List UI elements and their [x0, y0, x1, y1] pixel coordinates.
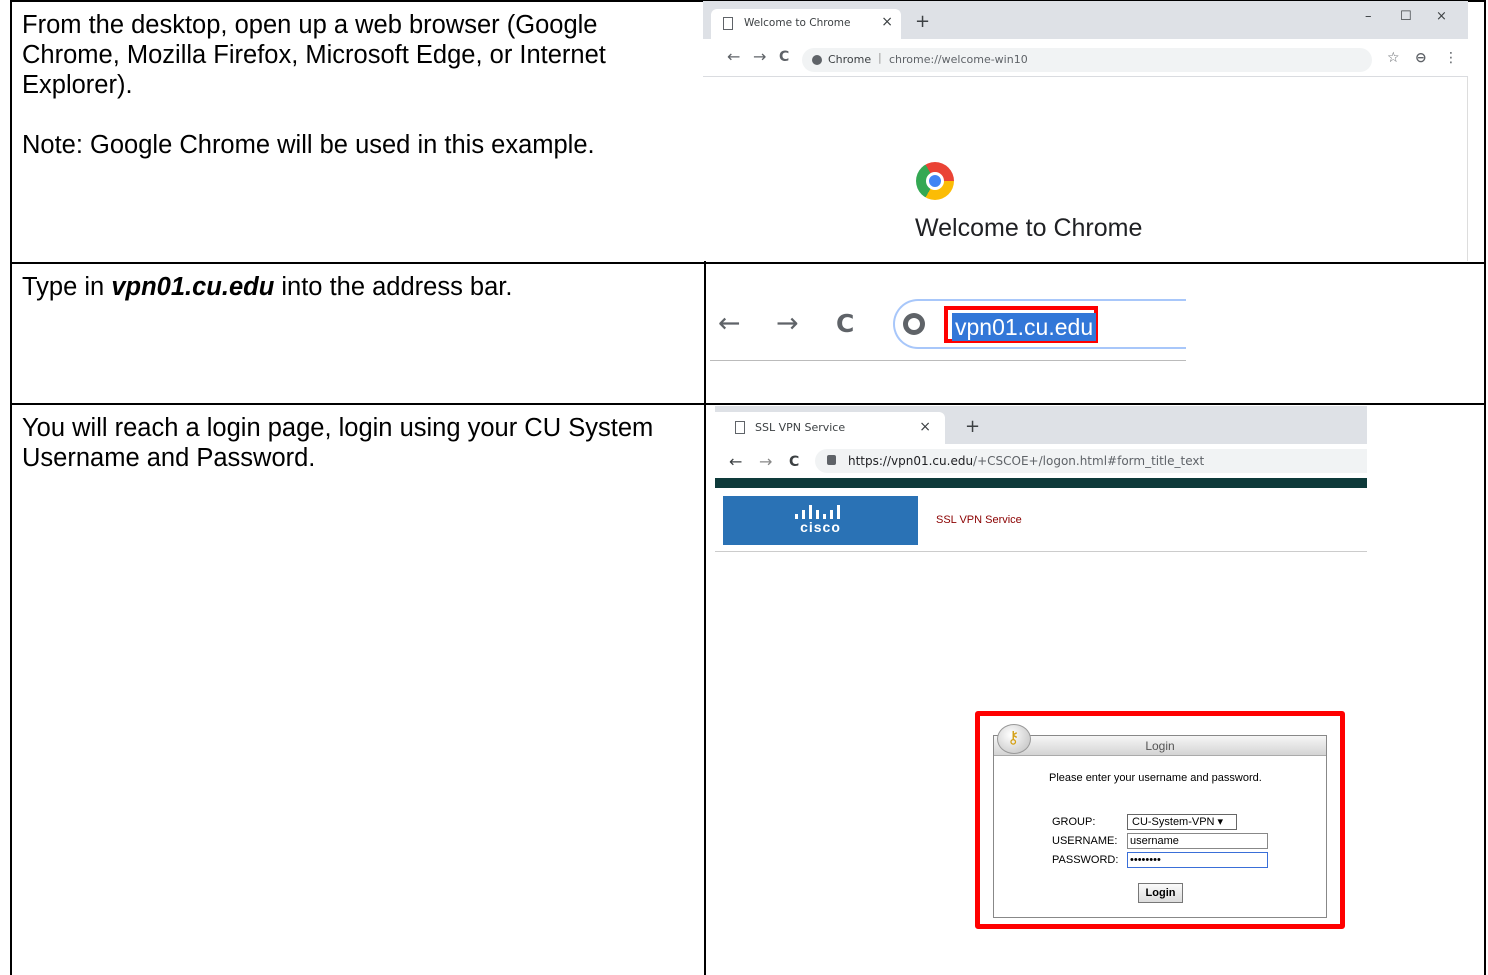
tab-welcome[interactable]: Welcome to Chrome × [711, 9, 901, 39]
menu-icon[interactable]: ⋮ [1444, 50, 1458, 66]
browser-toolbar: ← → C Chrome | chrome://welcome-win10 ☆ … [703, 39, 1468, 77]
group-label: GROUP: [1052, 816, 1096, 828]
profile-icon[interactable]: ⊖ [1415, 50, 1427, 66]
separator: | [878, 51, 882, 64]
instruction-text: From the desktop, open up a web browser … [22, 11, 606, 99]
instruction-cell: From the desktop, open up a web browser … [22, 10, 698, 190]
address-bar[interactable]: https://vpn01.cu.edu/+CSCOE+/logon.html#… [815, 449, 1367, 473]
keys-icon [997, 724, 1031, 754]
highlight-box: vpn01.cu.edu [944, 306, 1098, 343]
back-icon[interactable]: ← [729, 452, 742, 471]
lock-icon [827, 455, 836, 465]
tab-title: Welcome to Chrome [744, 17, 851, 29]
password-label: PASSWORD: [1052, 854, 1119, 866]
welcome-heading: Welcome to Chrome [915, 214, 1143, 242]
instruction-suffix: into the address bar. [274, 273, 513, 301]
header-divider [715, 551, 1367, 552]
group-select[interactable]: CU-System-VPN ▾ [1127, 814, 1237, 830]
column-divider [704, 405, 706, 975]
login-panel: Login Please enter your username and pas… [993, 735, 1327, 918]
reload-icon[interactable]: C [789, 454, 799, 470]
screenshot-address-bar: ← → C vpn01.cu.edu [710, 296, 1186, 364]
cisco-bars-icon [795, 505, 845, 519]
username-field[interactable]: username [1127, 833, 1268, 849]
login-prompt: Please enter your username and password. [1049, 772, 1262, 784]
url-text: https://vpn01.cu.edu/+CSCOE+/logon.html#… [848, 454, 1204, 468]
username-label: USERNAME: [1052, 835, 1118, 847]
maximize-icon[interactable]: ☐ [1400, 9, 1412, 24]
header-bar [715, 478, 1367, 488]
back-icon[interactable]: ← [718, 308, 741, 339]
minimize-icon[interactable]: – [1365, 9, 1372, 24]
close-tab-icon[interactable]: × [881, 14, 893, 30]
toolbar-border [710, 360, 1186, 361]
bookmark-star-icon[interactable]: ☆ [1387, 50, 1400, 66]
new-tab-icon[interactable]: + [965, 416, 980, 437]
instruction-note: Note: Google Chrome will be used in this… [22, 131, 595, 159]
service-title: SSL VPN Service [936, 514, 1022, 526]
chrome-icon [812, 55, 822, 65]
tab-strip: Welcome to Chrome × + – ☐ × [703, 1, 1468, 39]
browser-toolbar: ← → C https://vpn01.cu.edu/+CSCOE+/logon… [715, 444, 1367, 478]
back-icon[interactable]: ← [727, 47, 740, 66]
close-tab-icon[interactable]: × [919, 419, 931, 435]
login-button[interactable]: Login [1138, 883, 1183, 903]
reload-icon[interactable]: C [779, 49, 789, 65]
url-host: https://vpn01.cu.edu [848, 454, 974, 468]
forward-icon[interactable]: → [759, 452, 772, 471]
screenshot-chrome-welcome: Welcome to Chrome × + – ☐ × ← → C Chrome… [703, 1, 1468, 261]
cisco-wordmark: cisco [800, 519, 841, 535]
tab-ssl-vpn[interactable]: SSL VPN Service × [715, 412, 945, 444]
instruction-cell: You will reach a login page, login using… [22, 413, 698, 503]
site-label: Chrome [828, 53, 872, 66]
tab-strip: SSL VPN Service × + [715, 406, 1367, 444]
tab-title: SSL VPN Service [755, 421, 846, 434]
page-icon [723, 17, 733, 30]
password-field[interactable]: •••••••• [1127, 852, 1268, 868]
url-text: chrome://welcome-win10 [889, 53, 1028, 66]
new-tab-icon[interactable]: + [915, 11, 930, 32]
address-bar[interactable]: Chrome | chrome://welcome-win10 [802, 48, 1372, 72]
close-window-icon[interactable]: × [1436, 9, 1447, 24]
instruction-prefix: Type in [22, 273, 112, 301]
content-edge [1467, 77, 1468, 261]
login-title: Login [994, 736, 1326, 756]
forward-icon[interactable]: → [753, 47, 766, 66]
instruction-text: You will reach a login page, login using… [22, 414, 654, 472]
cisco-logo: cisco [723, 496, 918, 545]
column-divider [704, 264, 706, 403]
instruction-text: Type in vpn01.cu.edu into the address ba… [22, 272, 698, 302]
page-icon [735, 421, 745, 434]
instruction-url: vpn01.cu.edu [111, 273, 275, 301]
forward-icon[interactable]: → [776, 308, 799, 339]
globe-icon [903, 313, 925, 335]
url-path: /+CSCOE+/logon.html#form_title_text [973, 454, 1205, 468]
screenshot-vpn-login: SSL VPN Service × + ← → C https://vpn01.… [715, 406, 1367, 946]
url-input-text[interactable]: vpn01.cu.edu [952, 313, 1097, 341]
chrome-logo-icon [916, 162, 954, 200]
reload-icon[interactable]: C [836, 309, 854, 338]
instruction-cell: Type in vpn01.cu.edu into the address ba… [22, 272, 698, 332]
